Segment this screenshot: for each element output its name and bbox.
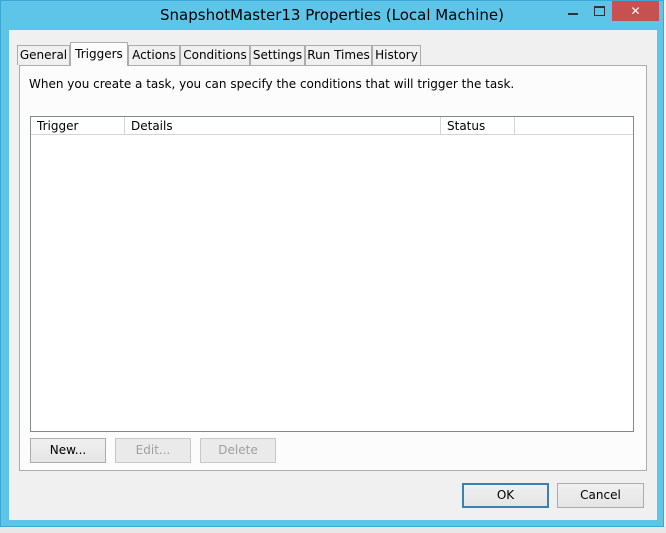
minimize-icon <box>568 13 578 15</box>
tab-general[interactable]: General <box>17 45 70 65</box>
close-button[interactable]: ✕ <box>612 1 659 21</box>
column-header-trigger[interactable]: Trigger <box>31 117 125 135</box>
column-header-filler <box>515 117 633 135</box>
tab-history[interactable]: History <box>372 45 421 65</box>
column-header-details[interactable]: Details <box>125 117 441 135</box>
ok-button[interactable]: OK <box>462 483 549 508</box>
tab-run-times[interactable]: Run Times <box>305 45 372 65</box>
cancel-button[interactable]: Cancel <box>557 483 644 508</box>
tab-triggers[interactable]: Triggers <box>70 42 128 66</box>
title-bar[interactable]: SnapshotMaster13 Properties (Local Machi… <box>1 1 663 30</box>
edit-trigger-button[interactable]: Edit... <box>115 438 191 463</box>
triggers-list[interactable]: Trigger Details Status <box>30 116 634 432</box>
properties-window: SnapshotMaster13 Properties (Local Machi… <box>0 0 664 527</box>
minimize-button[interactable] <box>560 1 586 21</box>
tab-actions[interactable]: Actions <box>128 45 180 65</box>
dialog-client-area: General Triggers Actions Conditions Sett… <box>9 30 657 520</box>
maximize-button[interactable] <box>586 1 612 21</box>
background-desktop-strip <box>0 527 666 533</box>
triggers-panel: When you create a task, you can specify … <box>19 65 647 471</box>
tab-conditions[interactable]: Conditions <box>180 45 250 65</box>
column-header-status[interactable]: Status <box>441 117 515 135</box>
triggers-description: When you create a task, you can specify … <box>29 77 515 91</box>
maximize-icon <box>593 6 605 16</box>
close-icon: ✕ <box>630 4 641 18</box>
delete-trigger-button[interactable]: Delete <box>200 438 276 463</box>
new-trigger-button[interactable]: New... <box>30 438 106 463</box>
tab-settings[interactable]: Settings <box>250 45 305 65</box>
